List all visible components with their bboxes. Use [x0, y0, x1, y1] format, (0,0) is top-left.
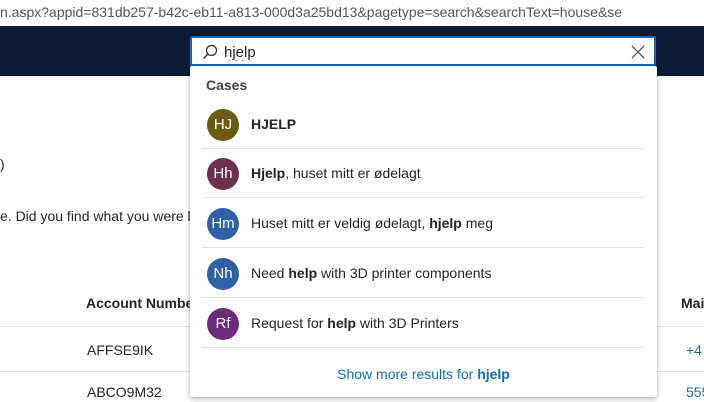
column-header-account-number[interactable]: Account Numbe [86, 295, 193, 311]
show-more-query: hjelp [477, 366, 510, 382]
search-result-item[interactable]: Nh Need help with 3D printer components [202, 249, 645, 298]
result-label: Request for help with 3D Printers [251, 315, 459, 331]
result-text: Request for [251, 315, 328, 331]
search-result-item[interactable]: Hm Huset mitt er veldig ødelagt, hjelp me… [202, 199, 645, 248]
result-match-text: help [288, 265, 318, 281]
table-cell-phone-link[interactable]: +4 [686, 342, 702, 358]
result-text: Huset mitt er veldig ødelagt, [251, 215, 430, 231]
avatar: Rf [207, 308, 239, 340]
browser-address-bar[interactable]: n.aspx?appid=831db257-b42c-eb11-a813-000… [0, 0, 704, 26]
avatar: HJ [207, 109, 239, 141]
result-text: with 3D Printers [356, 315, 459, 331]
background-paren-text: ) [0, 156, 5, 172]
result-label: Need help with 3D printer components [251, 265, 491, 281]
result-text: with 3D printer components [317, 265, 492, 281]
column-header-main-phone[interactable]: Mai [681, 295, 704, 311]
search-result-item[interactable]: HJ HJELP [202, 100, 645, 149]
result-label: Hjelp, huset mitt er ødelagt [251, 165, 421, 181]
result-match-text: hjelp [429, 215, 462, 231]
result-label: HJELP [251, 116, 296, 132]
result-match-text: Hjelp [251, 165, 286, 181]
result-text: Need [251, 265, 289, 281]
search-input[interactable] [224, 41, 614, 63]
result-match-text: help [327, 315, 357, 331]
search-box[interactable] [190, 36, 656, 66]
show-more-prefix: Show more results for [337, 366, 478, 382]
result-text: , huset mitt er ødelagt [285, 165, 421, 181]
close-icon[interactable] [630, 44, 646, 60]
section-title-cases: Cases [206, 77, 248, 93]
show-more-results-link[interactable]: Show more results for hjelp [190, 366, 657, 382]
result-label: Huset mitt er veldig ødelagt, hjelp meg [251, 215, 493, 231]
search-icon [203, 44, 218, 59]
address-url[interactable]: n.aspx?appid=831db257-b42c-eb11-a813-000… [0, 4, 622, 20]
search-suggestions-dropdown: Cases HJ HJELP Hh Hjelp, huset mitt er ødel… [190, 66, 657, 397]
avatar: Hh [207, 158, 239, 190]
search-result-item[interactable]: Hh Hjelp, huset mitt er ødelagt [202, 149, 645, 198]
result-text: meg [461, 215, 493, 231]
search-result-item[interactable]: Rf Request for help with 3D Printers [202, 299, 645, 348]
table-cell-account: AFFSE9IK [87, 342, 154, 358]
table-cell-phone-link[interactable]: 555 [686, 384, 704, 400]
avatar: Nh [207, 258, 239, 290]
table-cell-account: ABCO9M32 [87, 384, 162, 400]
result-match-text: HJELP [251, 116, 297, 132]
no-results-message: e. Did you find what you were l [0, 208, 191, 224]
avatar: Hm [207, 208, 239, 240]
